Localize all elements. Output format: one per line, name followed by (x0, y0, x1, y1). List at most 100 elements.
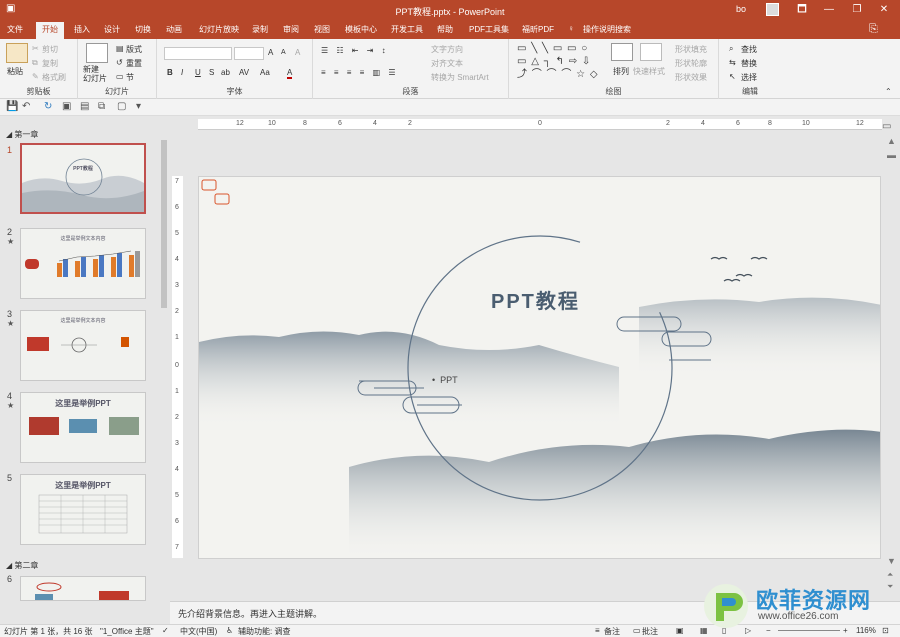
strike-button[interactable]: S (209, 68, 214, 77)
format-painter-button[interactable]: 格式刷 (42, 72, 66, 83)
normal-view-icon[interactable]: ▣ (676, 626, 684, 635)
reset-icon[interactable]: ↺ (116, 58, 123, 67)
section-header-2[interactable]: ◢ 第二章 (6, 560, 38, 571)
convert-smartart-button[interactable]: 转换为 SmartArt (431, 72, 489, 83)
restore-button[interactable]: ❐ (845, 2, 869, 18)
tab-help[interactable]: 帮助 (437, 24, 453, 35)
scroll-handle-icon[interactable]: ▬ (887, 150, 896, 160)
notes-toggle[interactable]: 备注 (604, 626, 620, 637)
save-icon[interactable]: 💾 (6, 101, 18, 112)
arrange-button[interactable]: 排列 (613, 66, 629, 77)
redo-icon[interactable]: ↻ (44, 101, 52, 112)
spacing-button[interactable]: AV (239, 68, 249, 77)
paste-button[interactable]: 粘贴 (7, 66, 23, 77)
tab-foxit-pdf[interactable]: 福昕PDF (522, 24, 554, 35)
new-slide-button[interactable]: 新建 幻灯片 (83, 65, 107, 83)
copy-icon[interactable]: ⧉ (32, 58, 38, 68)
tab-record[interactable]: 录制 (252, 24, 268, 35)
slide-bullet[interactable]: • PPT (432, 375, 458, 385)
text-direction-button[interactable]: 文字方向 (431, 44, 463, 55)
layout-button[interactable]: 版式 (126, 44, 142, 55)
bold-button[interactable]: B (167, 68, 173, 77)
slide-thumbnail-4[interactable]: 这里是举例PPT (20, 392, 146, 463)
layout-icon[interactable]: ▤ (116, 44, 124, 53)
section-icon[interactable]: ▭ (116, 72, 124, 81)
tab-review[interactable]: 审阅 (283, 24, 299, 35)
replace-button[interactable]: 替换 (741, 58, 757, 69)
align-buttons[interactable]: ≡ ≡ ≡ ≡ ▥ ☰ (321, 68, 399, 77)
shape-fill-button[interactable]: 形状填充 (675, 44, 707, 55)
undo-icon[interactable]: ↶ (22, 101, 30, 112)
font-color-button[interactable]: A (287, 68, 293, 79)
new-slide-qat-icon[interactable]: ▤ (80, 101, 89, 112)
tab-view[interactable]: 视图 (314, 24, 330, 35)
slide-thumbnail-5[interactable]: 这里是举例PPT (20, 474, 146, 545)
cut-button[interactable]: 剪切 (42, 44, 58, 55)
scroll-down-icon[interactable]: ▼ (887, 556, 896, 566)
replace-icon[interactable]: ⇆ (729, 58, 736, 67)
grow-font-button[interactable]: A (268, 48, 273, 57)
accessibility-icon[interactable]: ♿ (226, 626, 233, 635)
tab-animations[interactable]: 动画 (166, 24, 182, 35)
tab-design[interactable]: 设计 (104, 24, 120, 35)
spell-check-icon[interactable]: ✓ (162, 626, 169, 635)
quick-styles-icon[interactable] (640, 43, 662, 61)
language-indicator[interactable]: 中文(中国) (180, 626, 217, 637)
section-header-1[interactable]: ◢ 第一章 (6, 129, 38, 140)
tab-template-center[interactable]: 模板中心 (345, 24, 377, 35)
slide-thumbnail-6[interactable] (20, 576, 146, 601)
shapes-gallery[interactable]: ▭ ╲ ╲ ▭ ▭ ○ ▭ △ ┐ ↰ ⇨ ⇩ ⤴ ⌒ ⌒ ⌒ ☆ ◇ (517, 42, 603, 81)
change-case-button[interactable]: Aa (260, 68, 270, 77)
ribbon-display-icon[interactable]: 🗖 (790, 2, 814, 18)
slide-canvas[interactable]: PPT教程 • PPT (198, 176, 881, 559)
layout-qat-icon[interactable]: ⧉ (98, 101, 105, 112)
italic-button[interactable]: I (181, 68, 183, 77)
tab-slideshow[interactable]: 幻灯片放映 (199, 24, 239, 35)
select-icon[interactable]: ↖ (729, 72, 736, 81)
tab-insert[interactable]: 插入 (74, 24, 90, 35)
screenshot-qat-icon[interactable]: ▢ (117, 101, 126, 112)
scroll-thumb[interactable] (161, 140, 167, 308)
collapse-ribbon-icon[interactable]: ⌃ (885, 87, 892, 96)
notes-icon[interactable]: ≡ (595, 626, 600, 635)
tab-transitions[interactable]: 切换 (135, 24, 151, 35)
find-icon[interactable]: ⌕ (729, 44, 733, 54)
list-buttons[interactable]: ☰ ☷ ⇤ ⇥ ↕ (321, 46, 389, 55)
shrink-font-button[interactable]: A (281, 49, 286, 56)
font-size-box[interactable] (234, 47, 264, 60)
slide-thumbnail-2[interactable]: 这里是举例文本内容 (20, 228, 146, 299)
quick-styles-button[interactable]: 快速样式 (633, 66, 665, 77)
comments-toggle[interactable]: 批注 (642, 626, 658, 637)
new-slide-icon[interactable] (86, 43, 108, 63)
minimize-button[interactable]: — (817, 2, 841, 18)
close-button[interactable]: ✕ (872, 2, 896, 18)
tell-me-search[interactable]: 操作说明搜索 (583, 24, 631, 35)
font-name-box[interactable] (164, 47, 232, 60)
tab-home[interactable]: 开始 (36, 22, 64, 39)
tab-developer[interactable]: 开发工具 (391, 24, 423, 35)
align-text-button[interactable]: 对齐文本 (431, 58, 463, 69)
shape-effects-button[interactable]: 形状效果 (675, 72, 707, 83)
section-button[interactable]: 节 (126, 72, 134, 83)
select-button[interactable]: 选择 (741, 72, 757, 83)
arrange-icon[interactable] (611, 43, 633, 61)
tab-file[interactable]: 文件 (7, 24, 23, 35)
slide-thumbnail-1[interactable]: PPT教程 (20, 143, 146, 214)
notes-text[interactable]: 先介绍背景信息。再进入主题讲解。 (178, 607, 322, 620)
slide-thumbnail-3[interactable]: 这里是举例文本内容 (20, 310, 146, 381)
thumbnail-scrollbar[interactable] (160, 136, 168, 622)
comments-pane-icon[interactable]: ▭ (882, 121, 891, 132)
clear-format-button[interactable]: A (295, 48, 300, 57)
tab-pdf-tools[interactable]: PDF工具集 (469, 24, 509, 35)
from-beginning-icon[interactable]: ▣ (62, 101, 71, 112)
customize-qat-icon[interactable]: ▾ (136, 101, 141, 112)
find-button[interactable]: 查找 (741, 44, 757, 55)
slide-title[interactable]: PPT教程 (491, 285, 580, 314)
user-avatar[interactable] (766, 3, 779, 16)
comments-icon[interactable]: ▭ (633, 626, 641, 635)
accessibility-status[interactable]: 辅助功能: 调查 (238, 626, 290, 637)
share-icon[interactable]: ⎘ (869, 23, 878, 36)
shadow-button[interactable]: ab (221, 68, 230, 77)
paste-icon[interactable] (6, 43, 28, 63)
brush-icon[interactable]: ✎ (32, 72, 39, 81)
